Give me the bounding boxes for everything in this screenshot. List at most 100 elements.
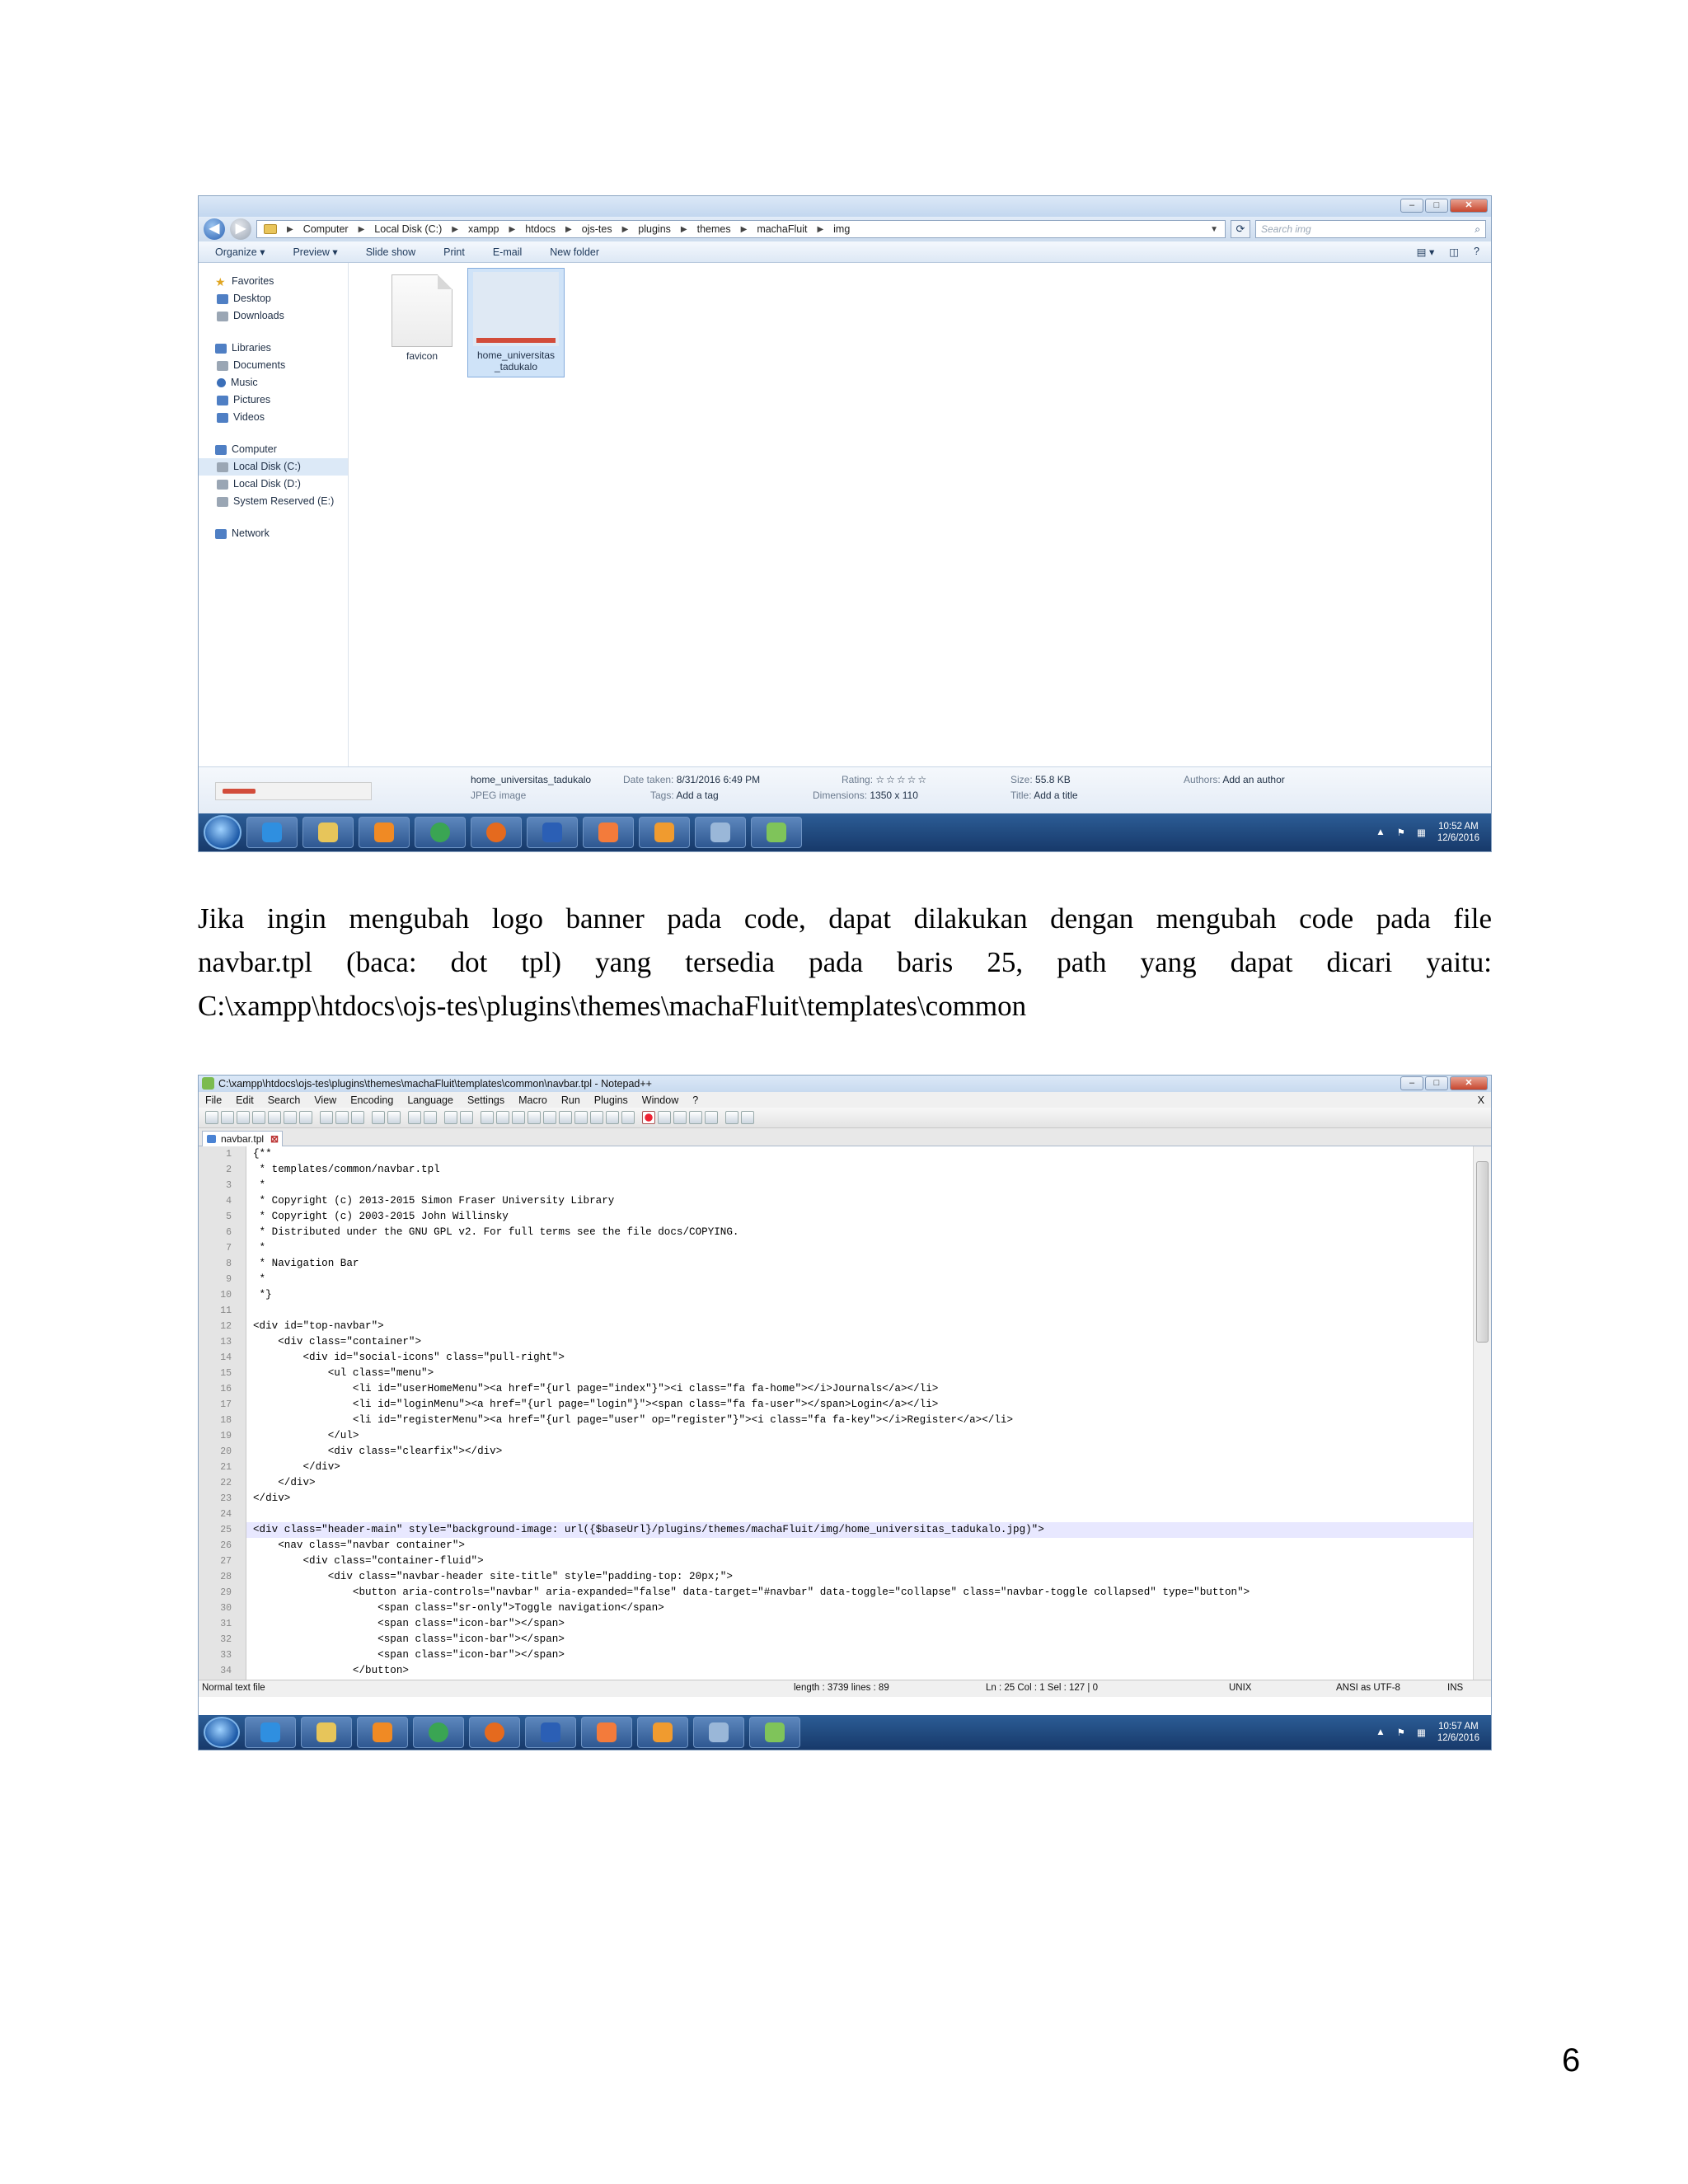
- close-file-icon[interactable]: [268, 1111, 281, 1124]
- menu-help[interactable]: ?: [692, 1094, 698, 1106]
- new-folder-button[interactable]: New folder: [550, 246, 599, 258]
- undo-icon[interactable]: [372, 1111, 385, 1124]
- code-area[interactable]: 1 {** 2 * templates/common/navbar.tpl 3 * 4 …: [220, 1146, 1473, 1680]
- code-line[interactable]: 16 <li id="userHomeMenu"><a href="{url p…: [220, 1381, 1473, 1397]
- breadcrumb-item[interactable]: htdocs: [525, 223, 556, 235]
- record-macro-icon[interactable]: [642, 1111, 655, 1124]
- menu-view[interactable]: View: [314, 1094, 336, 1106]
- breadcrumb-item[interactable]: ojs-tes: [582, 223, 612, 235]
- breadcrumb-item[interactable]: Computer: [303, 223, 349, 235]
- file-item-banner[interactable]: home_universitas _tadukalo: [467, 268, 565, 377]
- print-button[interactable]: Print: [443, 246, 465, 258]
- code-editor[interactable]: 1 {** 2 * templates/common/navbar.tpl 3 * 4 …: [199, 1146, 1491, 1680]
- sync-h-icon[interactable]: [496, 1111, 509, 1124]
- indent-guide-icon[interactable]: [543, 1111, 556, 1124]
- chevron-up-icon[interactable]: ▲: [1376, 1727, 1385, 1737]
- code-line[interactable]: 28 <div class="navbar-header site-title"…: [220, 1569, 1473, 1585]
- forward-icon[interactable]: ▶: [230, 218, 251, 240]
- code-line[interactable]: 26 <nav class="navbar container">: [220, 1538, 1473, 1554]
- taskbar-chart[interactable]: [751, 817, 802, 848]
- start-button[interactable]: [204, 815, 241, 850]
- breadcrumb-item[interactable]: themes: [697, 223, 731, 235]
- menu-edit[interactable]: Edit: [236, 1094, 254, 1106]
- taskbar-explorer[interactable]: [302, 817, 354, 848]
- chevron-up-icon[interactable]: ▲: [1376, 827, 1385, 837]
- preview-button[interactable]: Preview ▾: [293, 246, 337, 258]
- lang-icon[interactable]: [559, 1111, 572, 1124]
- menu-search[interactable]: Search: [268, 1094, 301, 1106]
- code-line[interactable]: 21 </div>: [220, 1460, 1473, 1475]
- save-macro-icon[interactable]: [705, 1111, 718, 1124]
- nav-pictures[interactable]: Pictures: [199, 391, 348, 409]
- taskbar-chrome[interactable]: [413, 1717, 464, 1748]
- spellcheck-icon[interactable]: [725, 1111, 738, 1124]
- vertical-scrollbar[interactable]: [1473, 1146, 1491, 1680]
- taskbar-ppt[interactable]: [639, 817, 690, 848]
- minimize-icon[interactable]: –: [1400, 199, 1423, 213]
- open-file-icon[interactable]: [221, 1111, 234, 1124]
- monitor-icon[interactable]: [621, 1111, 635, 1124]
- taskbar-paint[interactable]: [695, 817, 746, 848]
- network-tray-icon[interactable]: ▦: [1417, 1727, 1426, 1738]
- code-line[interactable]: 2 * templates/common/navbar.tpl: [226, 1162, 1473, 1178]
- breadcrumb[interactable]: ▶ Computer ▶ Local Disk (C:) ▶ xampp ▶ h…: [256, 220, 1226, 238]
- close-all-icon[interactable]: [284, 1111, 297, 1124]
- nav-desktop[interactable]: Desktop: [199, 290, 348, 307]
- stop-macro-icon[interactable]: [658, 1111, 671, 1124]
- code-line[interactable]: 17 <li id="loginMenu"><a href="{url page…: [220, 1397, 1473, 1413]
- taskbar-chrome[interactable]: [415, 817, 466, 848]
- nav-videos[interactable]: Videos: [199, 409, 348, 426]
- flag-icon[interactable]: ⚑: [1397, 827, 1405, 838]
- code-line[interactable]: 25 <div class="header-main" style="backgr…: [220, 1522, 1473, 1538]
- nav-favorites[interactable]: ★ Favorites: [199, 273, 348, 290]
- taskbar-word[interactable]: [527, 817, 578, 848]
- nav-network[interactable]: Network: [199, 525, 348, 542]
- taskbar-media[interactable]: [359, 817, 410, 848]
- code-line[interactable]: 23 </div>: [220, 1491, 1473, 1507]
- network-tray-icon[interactable]: ▦: [1417, 827, 1426, 838]
- file-item-favicon[interactable]: favicon: [373, 268, 471, 377]
- breadcrumb-item[interactable]: xampp: [468, 223, 499, 235]
- menu-settings[interactable]: Settings: [467, 1094, 504, 1106]
- all-chars-icon[interactable]: [528, 1111, 541, 1124]
- maximize-icon[interactable]: □: [1425, 199, 1448, 213]
- preview-pane-icon[interactable]: ◫: [1449, 246, 1459, 258]
- taskbar-ppt[interactable]: [637, 1717, 688, 1748]
- menu-encoding[interactable]: Encoding: [350, 1094, 393, 1106]
- back-icon[interactable]: ◀: [204, 218, 225, 240]
- code-line[interactable]: 12 <div id="top-navbar">: [220, 1319, 1473, 1334]
- code-line[interactable]: 5 * Copyright (c) 2003-2015 John Willins…: [226, 1209, 1473, 1225]
- close-icon[interactable]: ✕: [1450, 199, 1488, 213]
- save-all-icon[interactable]: [252, 1111, 265, 1124]
- wrap-icon[interactable]: [512, 1111, 525, 1124]
- code-line[interactable]: 8 * Navigation Bar: [226, 1256, 1473, 1272]
- new-file-icon[interactable]: [205, 1111, 218, 1124]
- code-line[interactable]: 27 <div class="container-fluid">: [220, 1554, 1473, 1569]
- code-line[interactable]: 15 <ul class="menu">: [220, 1366, 1473, 1381]
- folder-workspace-icon[interactable]: [606, 1111, 619, 1124]
- chevron-down-icon[interactable]: ▼: [1210, 225, 1218, 234]
- taskbar-paint[interactable]: [693, 1717, 744, 1748]
- nav-downloads[interactable]: Downloads: [199, 307, 348, 325]
- menu-macro[interactable]: Macro: [518, 1094, 547, 1106]
- print-icon[interactable]: [299, 1111, 312, 1124]
- code-line[interactable]: 22 </div>: [220, 1475, 1473, 1491]
- sync-v-icon[interactable]: [481, 1111, 494, 1124]
- minimize-icon[interactable]: –: [1400, 1076, 1423, 1090]
- taskbar-word[interactable]: [525, 1717, 576, 1748]
- function-list-icon[interactable]: [590, 1111, 603, 1124]
- taskbar-chart[interactable]: [749, 1717, 800, 1748]
- details-rating[interactable]: Rating: ☆☆☆☆☆: [842, 774, 928, 785]
- code-line[interactable]: 34 </button>: [220, 1663, 1473, 1679]
- redo-icon[interactable]: [387, 1111, 401, 1124]
- code-line[interactable]: 6 * Distributed under the GNU GPL v2. Fo…: [226, 1225, 1473, 1240]
- code-line[interactable]: 14 <div id="social-icons" class="pull-ri…: [220, 1350, 1473, 1366]
- code-line[interactable]: 33 <span class="icon-bar"></span>: [220, 1647, 1473, 1663]
- menu-file[interactable]: File: [205, 1094, 222, 1106]
- cut-icon[interactable]: [320, 1111, 333, 1124]
- code-line[interactable]: 19 </ul>: [220, 1428, 1473, 1444]
- zoom-in-icon[interactable]: [444, 1111, 457, 1124]
- nav-documents[interactable]: Documents: [199, 357, 348, 374]
- zoom-out-icon[interactable]: [460, 1111, 473, 1124]
- close-icon[interactable]: ✕: [1450, 1076, 1488, 1090]
